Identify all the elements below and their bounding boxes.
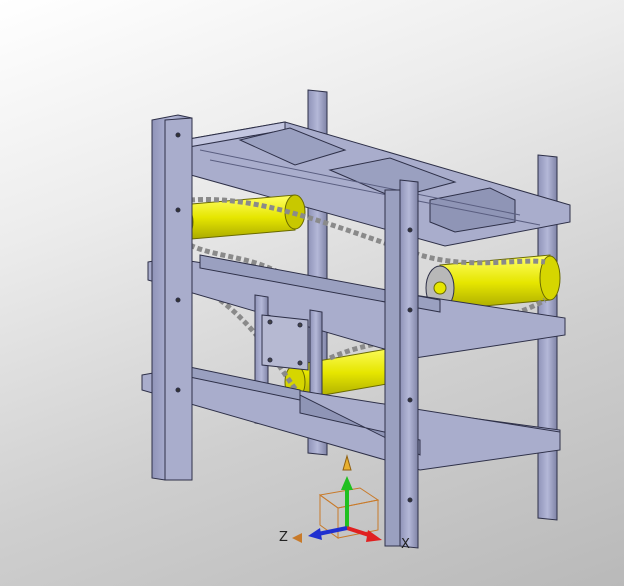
front-right-post — [399, 179, 419, 549]
conveyor-frame-model[interactable] — [0, 0, 624, 586]
z-axis-label: Z — [279, 530, 288, 545]
cad-3d-viewport[interactable]: X Z — [0, 0, 624, 586]
coordinate-triad — [292, 454, 382, 543]
x-axis-label: X — [401, 537, 410, 552]
z-axis-arrow-icon — [317, 526, 348, 536]
